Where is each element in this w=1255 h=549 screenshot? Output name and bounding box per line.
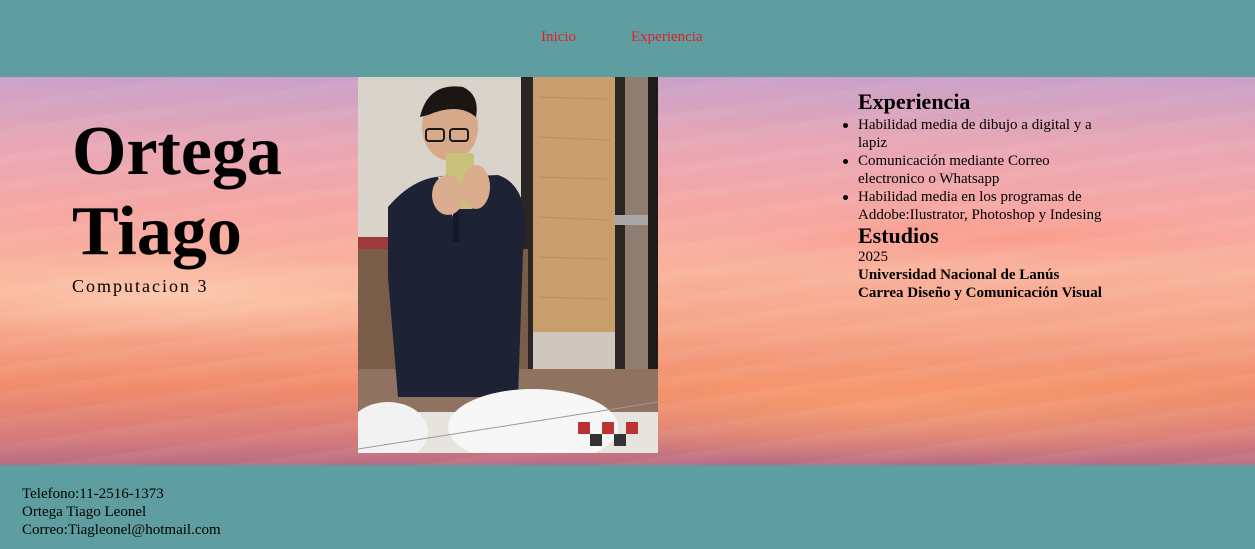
nav-link-inicio[interactable]: Inicio <box>541 29 576 46</box>
list-item: Habilidad media de dibujo a digital y a … <box>843 116 1108 152</box>
experience-list: Habilidad media de dibujo a digital y a … <box>843 116 1108 224</box>
name-line-1: Ortega <box>72 113 282 190</box>
info-panel: Experiencia Habilidad media de dibujo a … <box>843 89 1108 302</box>
top-nav: Inicio Experiencia <box>0 0 1255 77</box>
experience-heading: Experiencia <box>858 89 971 114</box>
footer-phone: Telefono:11-2516-1373 <box>22 486 164 502</box>
footer-email: Correo:Tiagleonel@hotmail.com <box>22 522 221 538</box>
footer: Telefono:11-2516-1373 Ortega Tiago Leone… <box>0 465 1255 549</box>
page-title: Ortega Tiago <box>72 112 282 272</box>
profile-photo <box>358 77 658 453</box>
subtitle: Computacion 3 <box>72 276 209 296</box>
studies-heading: Estudios <box>858 223 939 248</box>
name-line-2: Tiago <box>72 193 242 270</box>
studies-year: 2025 <box>858 249 888 265</box>
nav-link-experiencia[interactable]: Experiencia <box>631 29 703 46</box>
list-item: Comunicación mediante Correo electronico… <box>843 152 1108 188</box>
studies-career: Carrea Diseño y Comunicación Visual <box>858 285 1102 301</box>
studies-university: Universidad Nacional de Lanús <box>858 267 1060 283</box>
footer-name: Ortega Tiago Leonel <box>22 504 147 520</box>
list-item: Habilidad media en los programas de Addo… <box>843 188 1108 224</box>
